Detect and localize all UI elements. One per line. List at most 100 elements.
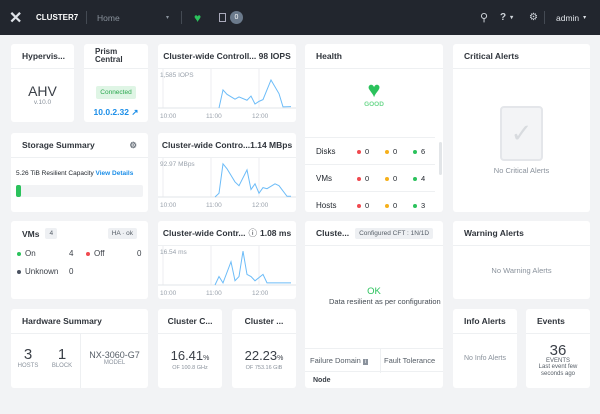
tasks-button[interactable]: 0 — [219, 0, 243, 35]
storage-summary-card: Storage Summary ⚙ 5.26 TiB Resilient Capa… — [11, 133, 148, 212]
iops-series-line — [218, 78, 292, 109]
no-critical-text: No Critical Alerts — [493, 166, 550, 175]
connected-badge: Connected — [96, 86, 136, 99]
lat-max-label: 16.54 ms — [160, 249, 187, 256]
fault-tolerance-label: Fault Tolerance — [384, 356, 436, 365]
capacity-value: 5.26 TiB — [16, 170, 40, 177]
chevron-down-icon: ▾ — [165, 15, 169, 21]
hypervisor-version: v.10.0 — [33, 99, 52, 106]
health-heart-icon[interactable]: ♥ — [194, 0, 201, 35]
health-title: Health — [305, 44, 443, 69]
prism-ip-link[interactable]: 10.0.2.32 ↗ — [84, 107, 148, 118]
task-count-badge: 0 — [230, 11, 243, 24]
iops-card: Cluster-wide Controll... 98 IOPS 1,585 I… — [158, 44, 296, 122]
info-icon[interactable]: i — [362, 359, 369, 365]
cluster-cpu-card: Cluster C... 16.41% OF 100.8 GHz — [158, 309, 222, 388]
events-last: Last event few seconds ago — [538, 364, 578, 377]
gear-icon[interactable]: ⚙ — [529, 0, 538, 35]
good-count: 4 — [413, 174, 425, 183]
cpu-unit: % — [203, 355, 210, 362]
no-warning-text: No Warning Alerts — [491, 266, 552, 275]
cpu-title: Cluster C... — [158, 309, 222, 334]
cluster-name: CLUSTER7 — [36, 13, 79, 22]
cpu-total: OF 100.8 GHz — [172, 365, 208, 371]
scrollbar[interactable] — [439, 142, 442, 175]
warning-count: 0 — [385, 147, 397, 156]
health-row-vms[interactable]: VMs 0 0 4 — [305, 164, 435, 191]
divider — [544, 11, 545, 24]
page-selector[interactable]: Home ▾ — [97, 0, 169, 35]
critical-count: 0 — [357, 201, 369, 210]
page-selector-label: Home — [97, 12, 120, 23]
user-menu[interactable]: admin ▾ — [556, 0, 586, 35]
iops-title: Cluster-wide Controll... 98 IOPS — [158, 44, 296, 69]
gear-icon[interactable]: ⚙ — [129, 140, 137, 151]
cluster-memory-card: Cluster ... 22.23% OF 753.16 GiB — [232, 309, 296, 388]
x-tick-label: 10:00 — [160, 113, 177, 120]
top-bar: ✕ CLUSTER7 Home ▾ ♥ 0 ⚲ ? ▾ ⚙ admin ▾ — [0, 0, 600, 35]
mem-title: Cluster ... — [232, 309, 296, 334]
blocks-label: BLOCK — [51, 363, 73, 369]
resiliency-desc: Data resilient as per configuration — [329, 297, 441, 306]
events-card[interactable]: Events 36 EVENTS Last event few seconds … — [526, 309, 590, 388]
health-row-label: Hosts — [316, 200, 337, 210]
critical-title: Critical Alerts — [453, 44, 590, 69]
health-row-label: VMs — [316, 173, 332, 183]
document-check-icon: ✓ — [500, 106, 543, 161]
health-heart-icon: ♥ — [367, 77, 381, 102]
vm-on-label: On — [25, 249, 36, 258]
hypervisor-name: AHV — [28, 83, 57, 99]
x-tick-label: 12:00 — [252, 290, 269, 297]
health-card: Health ♥ GOOD Disks 0 0 6 VMs 0 0 4 Hosts … — [305, 44, 443, 212]
critical-count: 0 — [357, 147, 369, 156]
x-tick-label: 10:00 — [160, 202, 177, 209]
node-row: Node — [313, 377, 331, 384]
resiliency-title: Cluste... — [316, 228, 350, 238]
mem-unit: % — [277, 355, 284, 362]
resiliency-status: OK — [367, 286, 381, 297]
info-alerts-card: Info Alerts No Info Alerts — [453, 309, 517, 388]
vm-unknown-label: Unknown — [25, 267, 59, 276]
vm-off-label: Off — [94, 249, 105, 258]
health-row-disks[interactable]: Disks 0 0 6 — [305, 137, 435, 164]
mem-total: OF 753.16 GiB — [245, 365, 283, 371]
vm-unknown-count: 0 — [69, 267, 74, 276]
bw-series-line — [214, 162, 291, 198]
critical-alerts-card: Critical Alerts ✓ No Critical Alerts — [453, 44, 590, 212]
model-value: NX-3060-G7 — [89, 350, 140, 360]
vm-off-count: 0 — [137, 249, 142, 258]
hardware-summary-card: Hardware Summary 3 HOSTS 1 BLOCK NX-3060-G… — [11, 309, 148, 388]
iops-chart: 1,585 IOPS 10:00 11:00 12:00 — [158, 69, 296, 120]
mem-value: 22.23 — [244, 348, 278, 363]
storage-usage-bar — [16, 185, 143, 197]
x-tick-label: 11:00 — [206, 202, 222, 209]
no-info-text: No Info Alerts — [463, 355, 507, 362]
health-row-hosts[interactable]: Hosts 0 0 3 — [305, 191, 435, 212]
events-title: Events — [526, 309, 590, 334]
good-count: 3 — [413, 201, 425, 210]
x-tick-label: 10:00 — [160, 290, 177, 297]
help-icon[interactable]: ? ▾ — [500, 0, 513, 35]
bandwidth-chart: 92.97 MBps 10:00 11:00 12:00 — [158, 158, 296, 209]
latency-card: Cluster-wide Contr... ⓘ 1.08 ms 16.54 ms 10… — [158, 221, 296, 299]
search-icon[interactable]: ⚲ — [480, 0, 488, 35]
hypervisor-card: Hypervis... AHV v.10.0 — [11, 44, 74, 122]
bw-title: Cluster-wide Contro...1.14 MBps — [158, 133, 296, 158]
iops-max-label: 1,585 IOPS — [160, 72, 194, 79]
warning-count: 0 — [385, 201, 397, 210]
x-tick-label: 11:00 — [206, 290, 222, 297]
warning-alerts-card: Warning Alerts No Warning Alerts — [453, 221, 590, 299]
view-details-link[interactable]: View Details — [96, 170, 134, 177]
hosts-label: HOSTS — [17, 363, 39, 369]
divider — [380, 349, 381, 373]
nutanix-x-logo[interactable]: ✕ — [9, 0, 22, 35]
lat-value: 1.08 ms — [259, 228, 292, 238]
user-name: admin — [556, 12, 580, 23]
prism-central-card: Prism Central Connected 10.0.2.32 ↗ — [84, 44, 148, 122]
divider — [86, 11, 87, 24]
x-tick-label: 12:00 — [252, 202, 269, 209]
bandwidth-card: Cluster-wide Contro...1.14 MBps 92.97 MB… — [158, 133, 296, 212]
good-count: 6 — [413, 147, 425, 156]
hardware-title: Hardware Summary — [11, 309, 148, 334]
bw-max-label: 92.97 MBps — [160, 161, 195, 168]
